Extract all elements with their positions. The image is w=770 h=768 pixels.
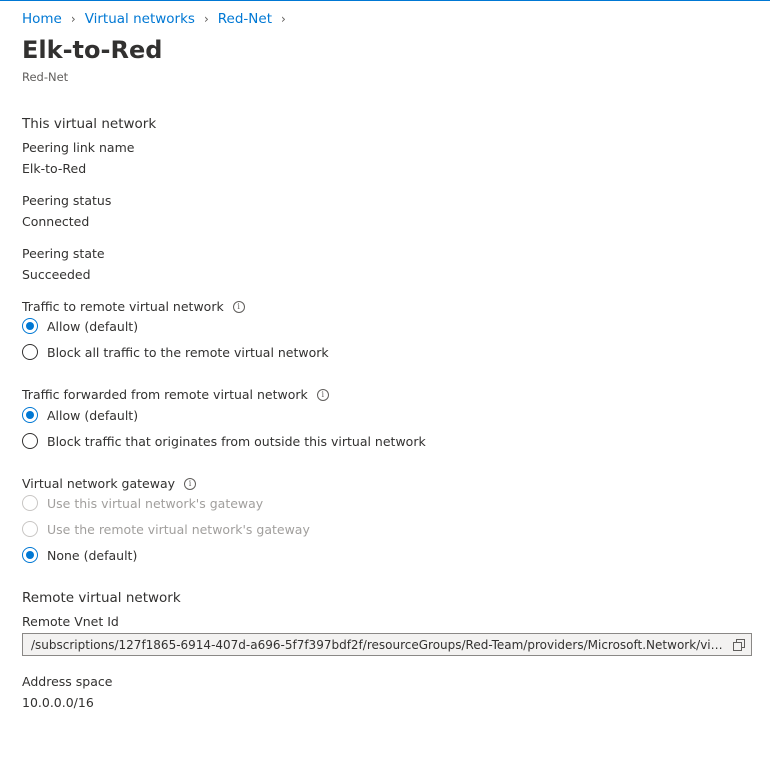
radio-indicator-disabled [22, 495, 38, 511]
remote-vnet-heading: Remote virtual network [22, 590, 181, 606]
radio-checked-indicator[interactable] [22, 547, 38, 563]
remote-vnet-id-value: /subscriptions/127f1865-6914-407d-a696-5… [31, 637, 727, 652]
radio-label: Block traffic that originates from outsi… [47, 433, 426, 449]
chevron-right-icon: › [203, 12, 209, 26]
radio-indicator-disabled [22, 521, 38, 537]
radio-traffic-block[interactable]: Block all traffic to the remote virtual … [22, 344, 329, 360]
radio-gateway-this: Use this virtual network's gateway [22, 495, 263, 511]
peering-state-label: Peering state [22, 246, 105, 261]
top-accent-line [0, 0, 770, 1]
gateway-label: Virtual network gateway i [22, 476, 197, 491]
peering-state-value: Succeeded [22, 267, 91, 282]
traffic-to-remote-label-text: Traffic to remote virtual network [22, 299, 224, 314]
radio-label: Block all traffic to the remote virtual … [47, 344, 329, 360]
radio-label: None (default) [47, 547, 138, 563]
chevron-right-icon: › [280, 12, 286, 26]
remote-vnet-id-label: Remote Vnet Id [22, 614, 119, 629]
remote-vnet-id-field[interactable]: /subscriptions/127f1865-6914-407d-a696-5… [22, 633, 752, 656]
radio-gateway-none[interactable]: None (default) [22, 547, 137, 563]
traffic-forwarded-label-text: Traffic forwarded from remote virtual ne… [22, 387, 308, 402]
radio-label: Allow (default) [47, 407, 139, 423]
chevron-right-icon: › [70, 12, 76, 26]
info-icon[interactable]: i [316, 388, 329, 401]
info-icon[interactable]: i [184, 477, 197, 490]
radio-label: Use the remote virtual network's gateway [47, 521, 310, 537]
breadcrumb-virtual-networks[interactable]: Virtual networks [85, 11, 195, 27]
radio-traffic-allow[interactable]: Allow (default) [22, 318, 138, 334]
radio-gateway-remote: Use the remote virtual network's gateway [22, 521, 310, 537]
breadcrumb-red-net[interactable]: Red-Net [218, 11, 272, 27]
radio-checked-indicator[interactable] [22, 318, 38, 334]
peering-status-label: Peering status [22, 193, 112, 208]
peering-link-name-value: Elk-to-Red [22, 161, 87, 176]
this-vnet-heading: This virtual network [22, 116, 157, 132]
radio-forwarded-allow[interactable]: Allow (default) [22, 407, 138, 423]
radio-checked-indicator[interactable] [22, 407, 38, 423]
address-space-label: Address space [22, 674, 113, 689]
peering-status-value: Connected [22, 214, 90, 229]
radio-label: Use this virtual network's gateway [47, 495, 264, 511]
copy-icon[interactable] [727, 638, 751, 651]
radio-indicator[interactable] [22, 433, 38, 449]
address-space-value: 10.0.0.0/16 [22, 695, 94, 710]
peering-link-name-label: Peering link name [22, 140, 135, 155]
breadcrumb-home[interactable]: Home [22, 11, 62, 27]
radio-indicator[interactable] [22, 344, 38, 360]
page-title: Elk-to-Red [22, 36, 163, 64]
gateway-label-text: Virtual network gateway [22, 476, 176, 491]
traffic-to-remote-label: Traffic to remote virtual network i [22, 299, 245, 314]
traffic-forwarded-label: Traffic forwarded from remote virtual ne… [22, 387, 329, 402]
radio-label: Allow (default) [47, 318, 139, 334]
breadcrumb: Home › Virtual networks › Red-Net › [22, 11, 295, 27]
page-subtitle: Red-Net [22, 70, 69, 84]
radio-forwarded-block[interactable]: Block traffic that originates from outsi… [22, 433, 426, 449]
info-icon[interactable]: i [232, 300, 245, 313]
